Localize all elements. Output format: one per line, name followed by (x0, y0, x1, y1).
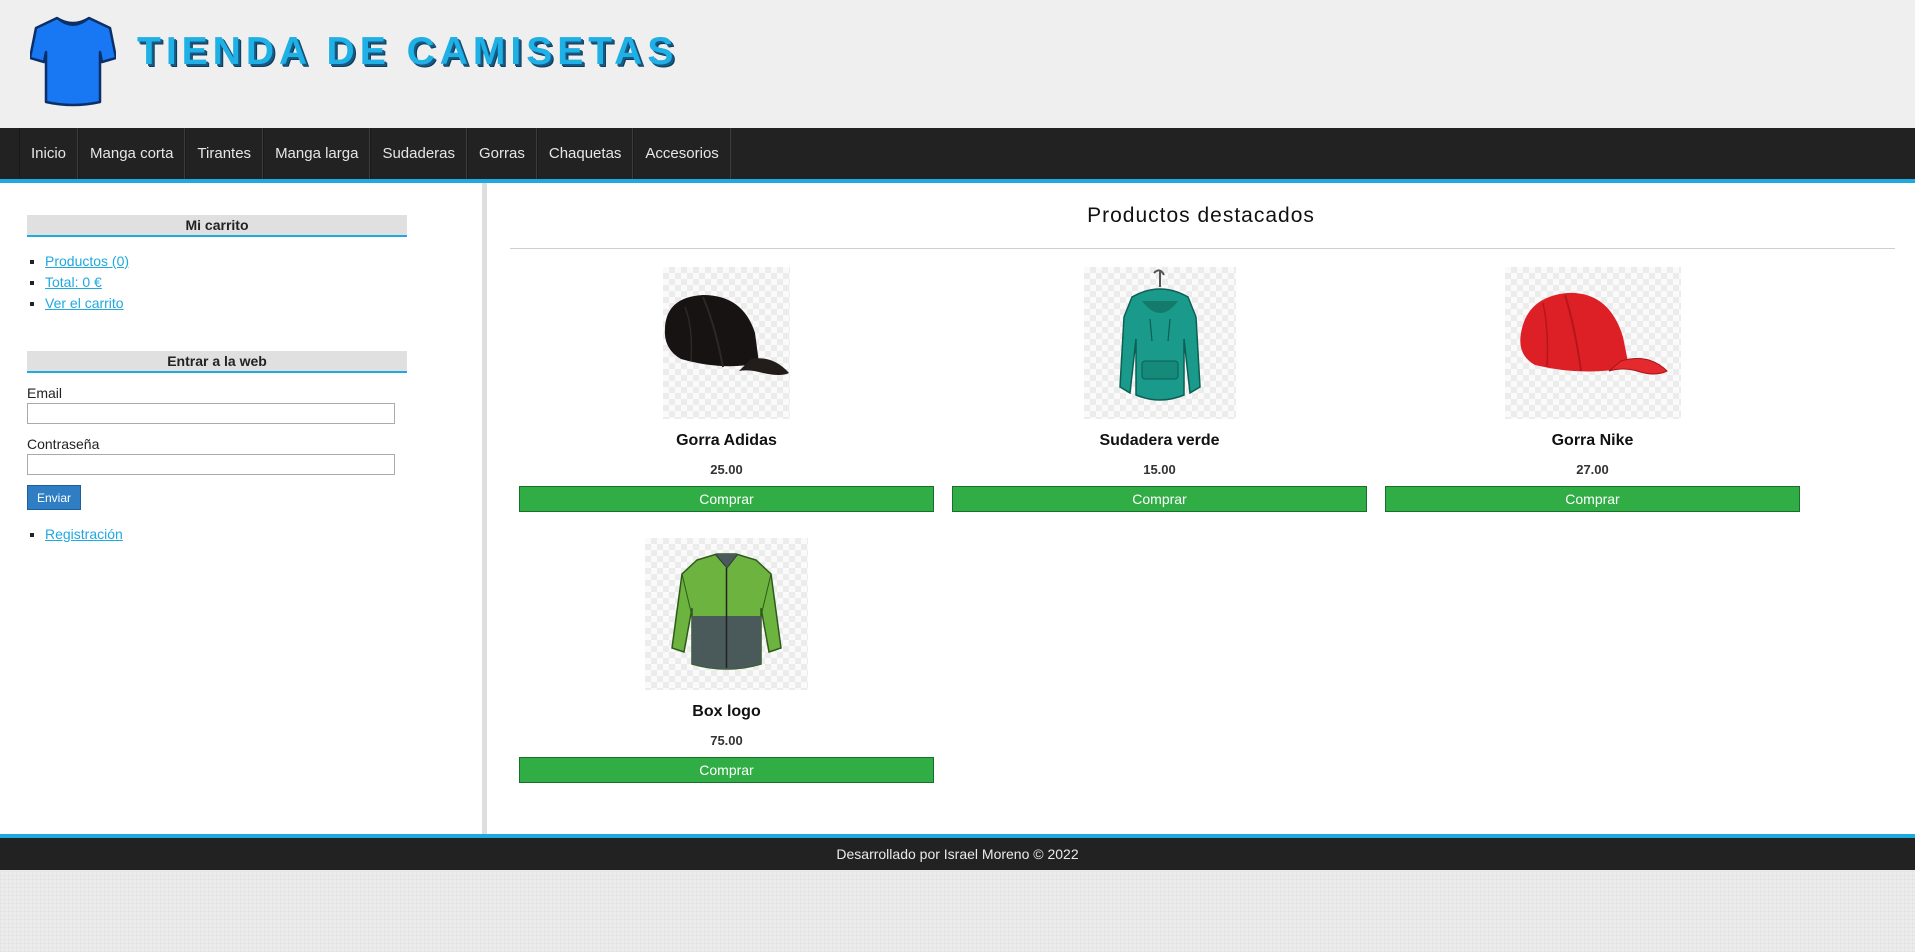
site-header: TIENDA DE CAMISETAS (0, 0, 1915, 128)
green-jacket-image[interactable] (645, 538, 808, 690)
product-name: Gorra Adidas (676, 432, 777, 449)
buy-button[interactable]: Comprar (519, 486, 934, 512)
nav-item-inicio[interactable]: Inicio (19, 128, 79, 179)
login-block: Entrar a la web Email Contraseña Enviar … (27, 351, 407, 545)
product-name: Gorra Nike (1551, 432, 1634, 449)
email-field[interactable] (27, 403, 395, 424)
cart-block: Mi carrito Productos (0) Total: 0 € Ver … (27, 215, 407, 314)
green-hoodie-image[interactable] (1083, 267, 1236, 419)
main-nav: Inicio Manga corta Tirantes Manga larga … (0, 128, 1915, 179)
product-price: 27.00 (1576, 462, 1609, 477)
nav-item-manga-corta[interactable]: Manga corta (78, 128, 186, 179)
buy-button[interactable]: Comprar (1385, 486, 1800, 512)
nav-item-tirantes[interactable]: Tirantes (185, 128, 264, 179)
product-card: Box logo 75.00 Comprar (519, 538, 934, 783)
list-item: Ver el carrito (45, 293, 407, 314)
cart-total-link[interactable]: Total: 0 € (45, 274, 102, 290)
nav-item-manga-larga[interactable]: Manga larga (263, 128, 371, 179)
site-title: TIENDA DE CAMISETAS (137, 30, 679, 73)
product-price: 75.00 (710, 733, 743, 748)
product-card: Sudadera verde 15.00 Comprar (952, 267, 1367, 512)
footer-text: Desarrollado por Israel Moreno © 2022 (836, 846, 1079, 862)
tshirt-icon[interactable] (30, 14, 116, 108)
site-footer: Desarrollado por Israel Moreno © 2022 (0, 838, 1915, 870)
nav-item-accesorios[interactable]: Accesorios (633, 128, 731, 179)
product-name: Box logo (692, 703, 761, 720)
main-content: Productos destacados Gorra Adidas 25.00 … (487, 183, 1915, 834)
red-cap-image[interactable] (1504, 267, 1681, 419)
nav-item-chaquetas[interactable]: Chaquetas (536, 128, 634, 179)
buy-button[interactable]: Comprar (519, 757, 934, 783)
register-link[interactable]: Registración (45, 526, 123, 542)
list-item: Total: 0 € (45, 272, 407, 293)
nav-item-sudaderas[interactable]: Sudaderas (370, 128, 468, 179)
email-label: Email (27, 385, 63, 401)
nav-item-gorras[interactable]: Gorras (467, 128, 537, 179)
product-card: Gorra Nike 27.00 Comprar (1385, 267, 1800, 512)
buy-button[interactable]: Comprar (952, 486, 1367, 512)
product-card: Gorra Adidas 25.00 Comprar (519, 267, 934, 512)
title-divider (510, 248, 1895, 249)
list-item: Registración (45, 524, 407, 545)
cart-list: Productos (0) Total: 0 € Ver el carrito (45, 251, 407, 314)
password-field[interactable] (27, 454, 395, 475)
content-area: Mi carrito Productos (0) Total: 0 € Ver … (0, 183, 1915, 834)
product-price: 25.00 (710, 462, 743, 477)
black-cap-image[interactable] (663, 267, 790, 419)
sidebar: Mi carrito Productos (0) Total: 0 € Ver … (0, 183, 487, 834)
register-list: Registración (45, 524, 407, 545)
login-title: Entrar a la web (27, 351, 407, 373)
list-item: Productos (0) (45, 251, 407, 272)
product-name: Sudadera verde (1099, 432, 1220, 449)
page-title: Productos destacados (1087, 204, 1315, 227)
view-cart-link[interactable]: Ver el carrito (45, 295, 124, 311)
password-label: Contraseña (27, 436, 100, 452)
cart-title: Mi carrito (27, 215, 407, 237)
product-price: 15.00 (1143, 462, 1176, 477)
cart-products-link[interactable]: Productos (0) (45, 253, 129, 269)
submit-button[interactable]: Enviar (27, 485, 81, 510)
